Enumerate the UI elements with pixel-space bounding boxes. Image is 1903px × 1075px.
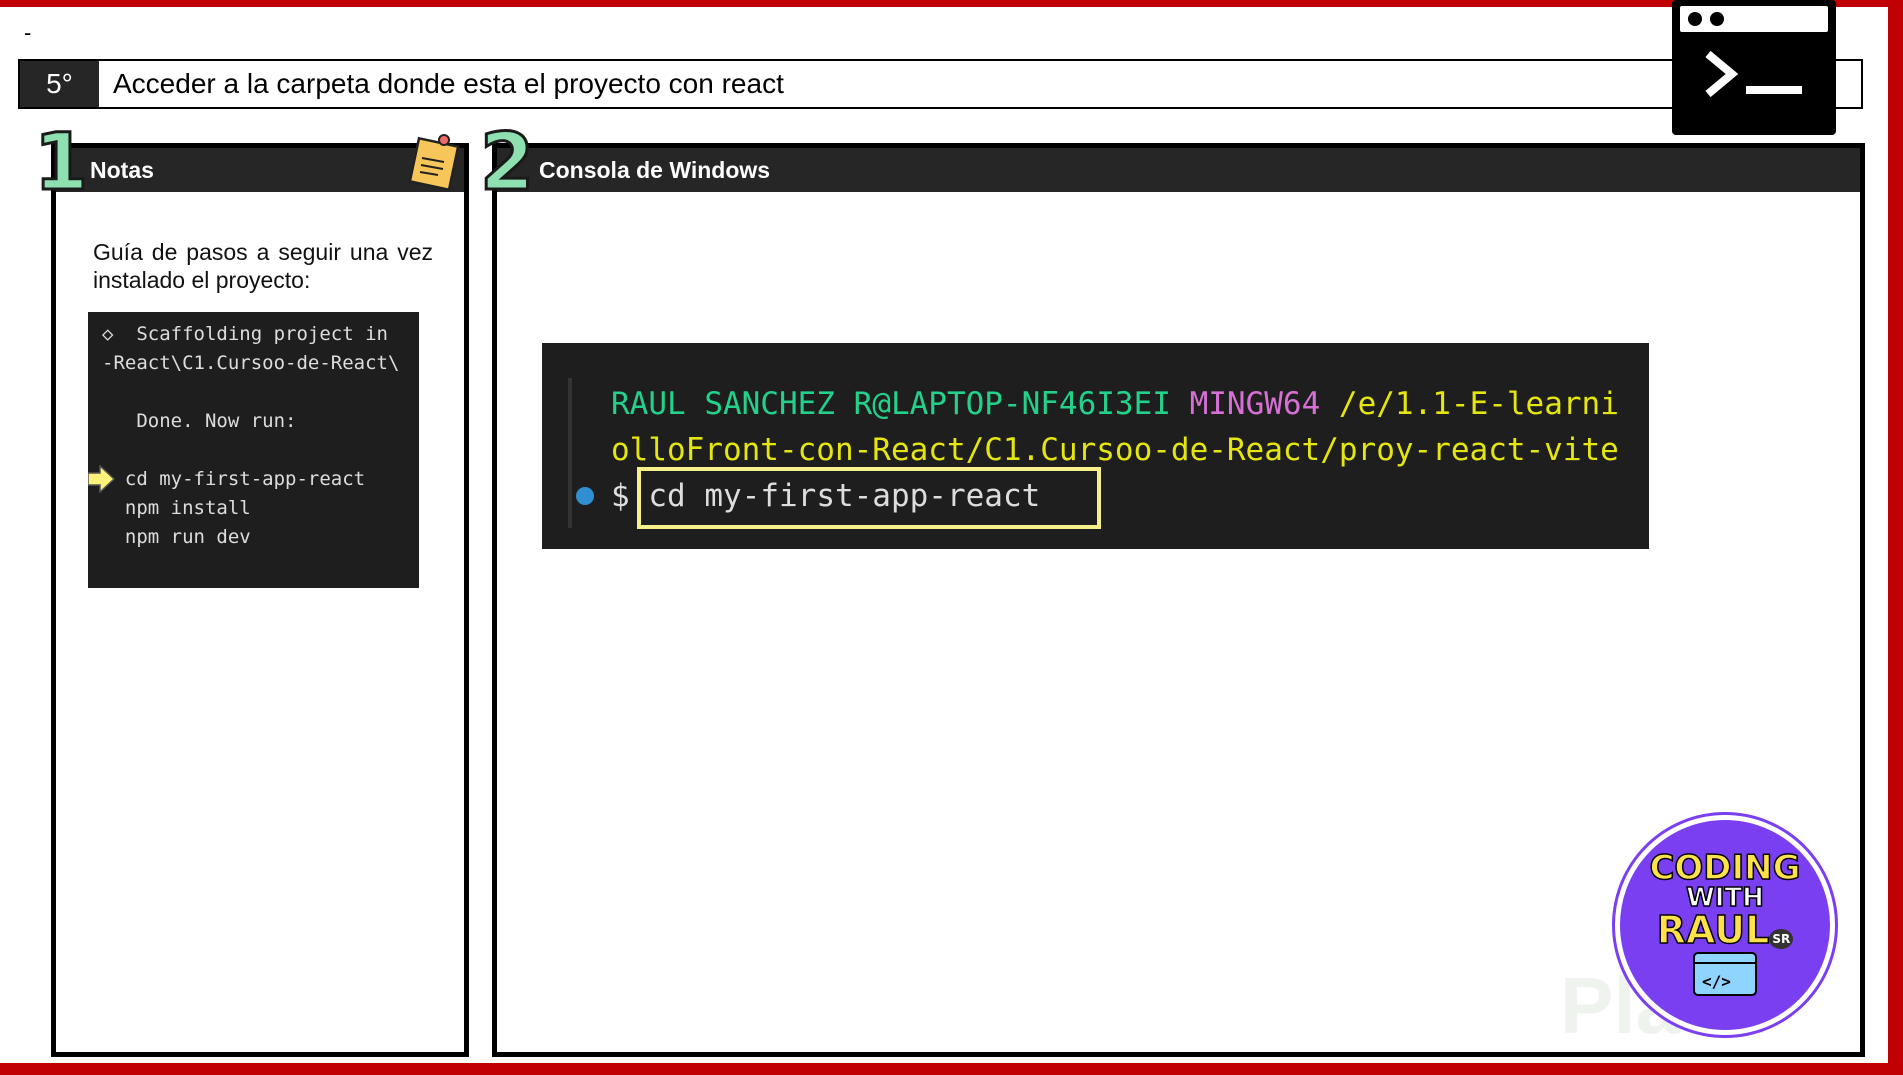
- step-number: 5°: [20, 61, 99, 107]
- notes-title: Notas: [90, 156, 154, 183]
- logo-line: RAUL: [1656, 908, 1770, 952]
- logo-badge: SR: [1769, 929, 1794, 949]
- coding-with-raul-logo: CODING WITH RAUL SR </>: [1615, 815, 1835, 1035]
- console-title: Consola de Windows: [539, 156, 771, 183]
- section-number-2: 2: [478, 117, 535, 210]
- prompt-symbol: $: [611, 478, 630, 514]
- code-window-icon: </>: [1693, 952, 1757, 996]
- prompt-env: MINGW64: [1189, 386, 1321, 422]
- step-title: Acceder a la carpeta donde esta el proye…: [113, 68, 784, 99]
- terminal-line: cd my-first-app-react: [102, 468, 366, 490]
- dash-mark: -: [24, 20, 32, 45]
- bottom-border: [0, 1063, 1903, 1075]
- status-dot-icon: [576, 487, 594, 505]
- sticky-note-icon: [408, 134, 460, 192]
- terminal-line: Done. Now run:: [102, 410, 297, 432]
- console-terminal: RAUL SANCHEZ R@LAPTOP-NF46I3EI MINGW64 /…: [542, 343, 1649, 549]
- terminal-line: ◇ Scaffolding project in: [102, 323, 388, 345]
- notes-text: Guía de pasos a seguir una vez instalado…: [93, 239, 433, 293]
- right-border: [1888, 0, 1903, 1075]
- arrow-icon: [88, 465, 116, 493]
- command-highlight: [637, 467, 1101, 529]
- terminal-line: npm run dev: [102, 526, 251, 548]
- prompt-path: /e/1.1-E-learni: [1338, 386, 1619, 422]
- svg-text:</>: </>: [1702, 972, 1731, 991]
- top-border: [0, 0, 1903, 7]
- terminal-line: -React\C1.Cursoo-de-React\: [102, 352, 400, 374]
- logo-line: CODING: [1649, 848, 1802, 888]
- step-header: 5° Acceder a la carpeta donde esta el pr…: [18, 59, 1863, 109]
- console-header: Consola de Windows: [497, 148, 1860, 192]
- prompt-user: RAUL SANCHEZ R@LAPTOP-NF46I3EI: [611, 386, 1171, 422]
- section-number-1: 1: [32, 117, 89, 210]
- terminal-line: npm install: [102, 497, 251, 519]
- notes-terminal-screenshot: ◇ Scaffolding project in -React\C1.Curso…: [88, 312, 419, 588]
- notes-header: Notas: [56, 148, 464, 192]
- terminal-icon: [1672, 0, 1836, 135]
